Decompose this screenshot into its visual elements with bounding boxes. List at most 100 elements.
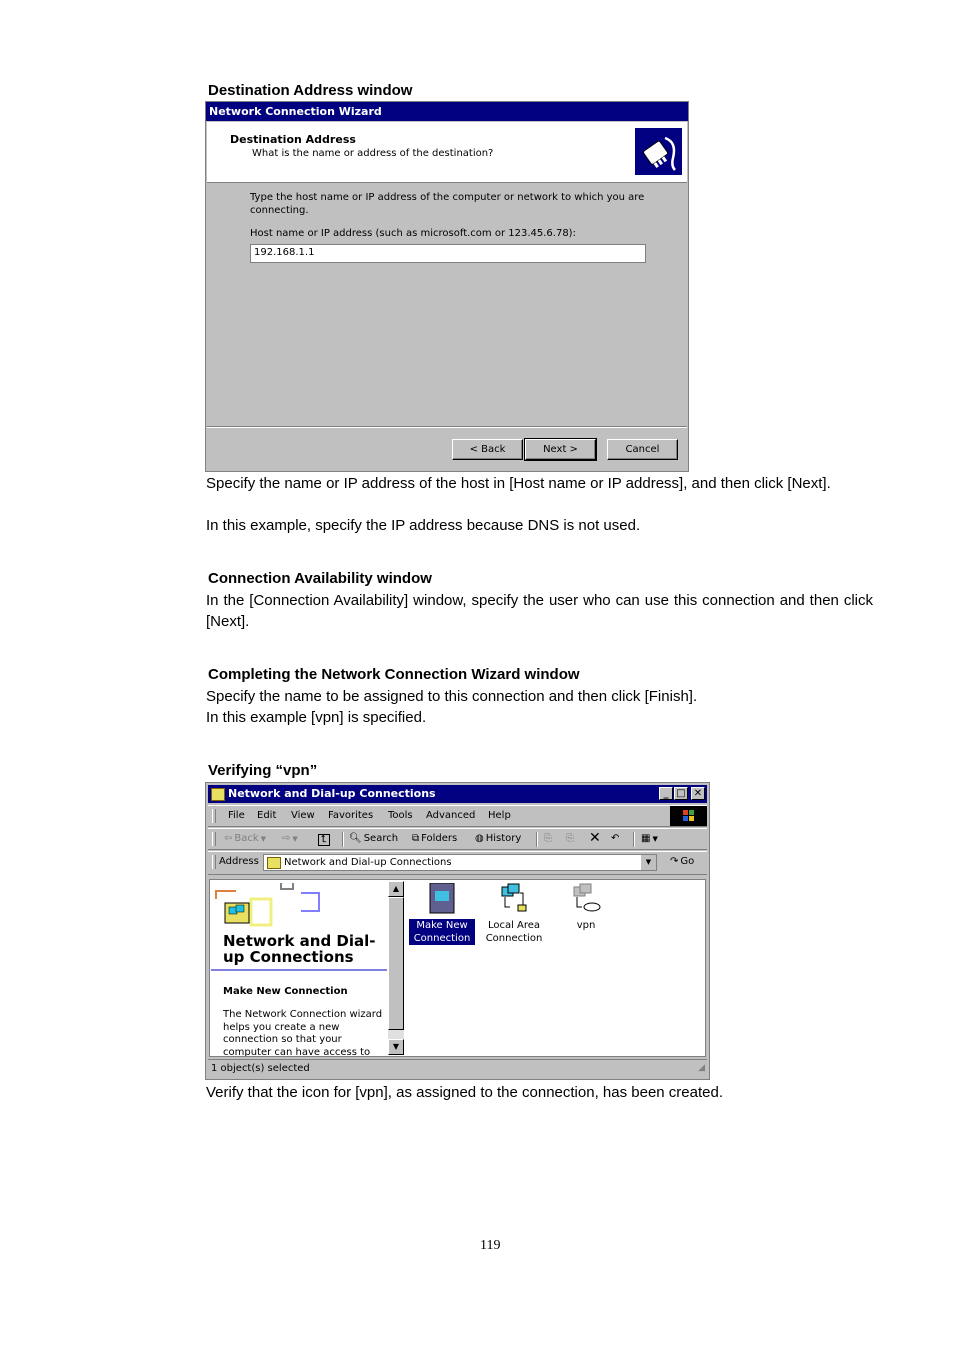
delete-x-icon: ✕ xyxy=(589,830,601,846)
toolbar-separator xyxy=(342,832,344,847)
wizard-divider xyxy=(207,426,687,428)
close-button[interactable]: ✕ xyxy=(691,787,705,800)
folders-label: Folders xyxy=(421,833,458,844)
back-button[interactable]: < Back xyxy=(452,439,523,460)
dropdown-arrow-icon: ▼ xyxy=(652,834,658,843)
explorer-title-bar: Network and Dial-up Connections _ □ ✕ xyxy=(208,785,707,803)
address-dropdown-button[interactable]: ▼ xyxy=(640,855,656,870)
paragraph-verify-icon: Verify that the icon for [vpn], as assig… xyxy=(206,1084,723,1101)
paragraph-ip-example: In this example, specify the IP address … xyxy=(206,517,641,534)
section-heading-availability: Connection Availability window xyxy=(208,570,432,587)
menu-help[interactable]: Help xyxy=(488,810,511,821)
folders-button[interactable]: ⧉ Folders xyxy=(412,833,457,844)
windows-logo-icon xyxy=(670,806,707,826)
copy-to-icon: ⎘ xyxy=(566,833,574,844)
menu-grip xyxy=(212,809,216,823)
search-icon: 🔍︎ xyxy=(349,833,362,844)
dropdown-arrow-icon: ▼ xyxy=(292,834,298,843)
file-item-label: vpn xyxy=(576,920,596,931)
explorer-title: Network and Dial-up Connections xyxy=(228,787,436,800)
menu-favorites[interactable]: Favorites xyxy=(328,810,373,821)
menu-edit[interactable]: Edit xyxy=(257,810,276,821)
forward-nav-button[interactable]: ⇨ ▼ xyxy=(282,833,298,844)
folders-icon: ⧉ xyxy=(412,833,420,844)
copy-to-button[interactable]: ⎘ xyxy=(566,833,574,844)
toolbar-separator xyxy=(633,832,635,847)
menu-view[interactable]: View xyxy=(291,810,315,821)
network-folder-icon xyxy=(211,787,225,801)
file-item-label: Local Area Connection xyxy=(485,920,543,944)
undo-button[interactable]: ↶ xyxy=(611,833,619,844)
forward-arrow-icon: ⇨ xyxy=(282,833,291,844)
file-item-local-area-connection[interactable]: Local Area Connection xyxy=(481,883,547,945)
back-nav-label: Back xyxy=(234,833,259,844)
up-folder-button[interactable]: ⮤ xyxy=(318,834,330,846)
up-folder-icon: ⮤ xyxy=(321,834,327,845)
menu-advanced[interactable]: Advanced xyxy=(426,810,475,821)
status-text: 1 object(s) selected xyxy=(211,1063,310,1074)
minimize-button[interactable]: _ xyxy=(659,787,673,800)
address-bar: Address Network and Dial-up Connections … xyxy=(208,851,707,875)
menu-file[interactable]: File xyxy=(228,810,245,821)
file-item-make-new-connection[interactable]: Make New Connection xyxy=(409,882,475,945)
wizard-title-bar: Network Connection Wizard xyxy=(206,102,688,121)
network-plug-icon xyxy=(635,128,682,175)
move-to-button[interactable]: ⎘ xyxy=(544,833,552,844)
paragraph-specify-host: Specify the name or IP address of the ho… xyxy=(206,475,831,492)
paragraph-availability: In the [Connection Availability] window,… xyxy=(206,592,873,630)
scroll-up-button[interactable]: ▲ xyxy=(388,881,404,897)
move-to-icon: ⎘ xyxy=(544,833,552,844)
undo-icon: ↶ xyxy=(611,833,620,844)
pane-divider xyxy=(211,969,387,971)
page-number: 119 xyxy=(480,1238,501,1253)
file-item-label: Make New Connection xyxy=(409,919,475,945)
paragraph-assign-name: Specify the name to be assigned to this … xyxy=(206,688,698,705)
address-input[interactable]: Network and Dial-up Connections ▼ xyxy=(263,854,657,871)
explorer-content: Network and Dial-up Connections Make New… xyxy=(209,879,706,1057)
vpn-connection-icon xyxy=(570,883,602,915)
search-button[interactable]: 🔍︎ Search xyxy=(349,833,398,844)
status-bar: 1 object(s) selected ◢ xyxy=(208,1059,707,1077)
views-button[interactable]: ▦ ▼ xyxy=(641,833,658,844)
back-nav-button[interactable]: ⇦ Back ▼ xyxy=(224,833,266,844)
delete-button[interactable]: ✕ xyxy=(589,830,601,846)
back-arrow-icon: ⇦ xyxy=(224,833,233,844)
pane-description: The Network Connection wizard helps you … xyxy=(223,1009,383,1057)
pane-title: Network and Dial-up Connections xyxy=(223,932,376,966)
history-label: History xyxy=(485,833,522,844)
network-folder-icon xyxy=(267,857,281,869)
scroll-down-button[interactable]: ▼ xyxy=(388,1039,404,1055)
resize-grip-icon[interactable]: ◢ xyxy=(698,1060,705,1077)
section-heading-verifying: Verifying “vpn” xyxy=(208,762,318,779)
go-arrow-icon: ↷ xyxy=(670,856,679,867)
dropdown-arrow-icon: ▼ xyxy=(260,834,267,843)
history-button[interactable]: ◍ History xyxy=(475,833,521,844)
local-area-connection-icon xyxy=(498,883,530,915)
make-new-connection-icon xyxy=(426,882,458,915)
folder-banner-graphic xyxy=(215,883,320,927)
toolbar-separator xyxy=(536,832,538,847)
wizard-header-subtitle: What is the name or address of the desti… xyxy=(252,148,494,159)
toolbar: ⇦ Back ▼ ⇨ ▼ ⮤ 🔍︎ Search ⧉ Folders ◍ History ⎘… xyxy=(208,828,707,850)
vertical-scrollbar[interactable]: ▲ ▼ xyxy=(388,881,404,1055)
scroll-thumb[interactable] xyxy=(388,897,404,1030)
menu-bar: File Edit View Favorites Tools Advanced … xyxy=(208,805,707,827)
maximize-button[interactable]: □ xyxy=(674,787,688,800)
network-connections-window: Network and Dial-up Connections _ □ ✕ Fi… xyxy=(205,782,710,1080)
section-heading-completing: Completing the Network Connection Wizard… xyxy=(208,666,580,683)
toolbar-grip xyxy=(212,832,216,846)
go-label: Go xyxy=(680,856,695,867)
go-button[interactable]: ↷ Go xyxy=(670,856,694,867)
menu-tools[interactable]: Tools xyxy=(388,810,413,821)
address-grip xyxy=(212,855,216,869)
file-item-vpn[interactable]: vpn xyxy=(553,883,619,932)
section-heading-destination: Destination Address window xyxy=(208,82,413,99)
wizard-header: Destination Address What is the name or … xyxy=(207,122,687,183)
cancel-button[interactable]: Cancel xyxy=(607,439,678,460)
host-name-input[interactable]: 192.168.1.1 xyxy=(250,244,646,263)
address-label: Address xyxy=(219,856,259,867)
wizard-header-title: Destination Address xyxy=(230,133,356,146)
next-button[interactable]: Next > xyxy=(524,438,597,461)
address-value: Network and Dial-up Connections xyxy=(284,857,452,868)
web-view-pane: Network and Dial-up Connections Make New… xyxy=(211,881,387,1057)
